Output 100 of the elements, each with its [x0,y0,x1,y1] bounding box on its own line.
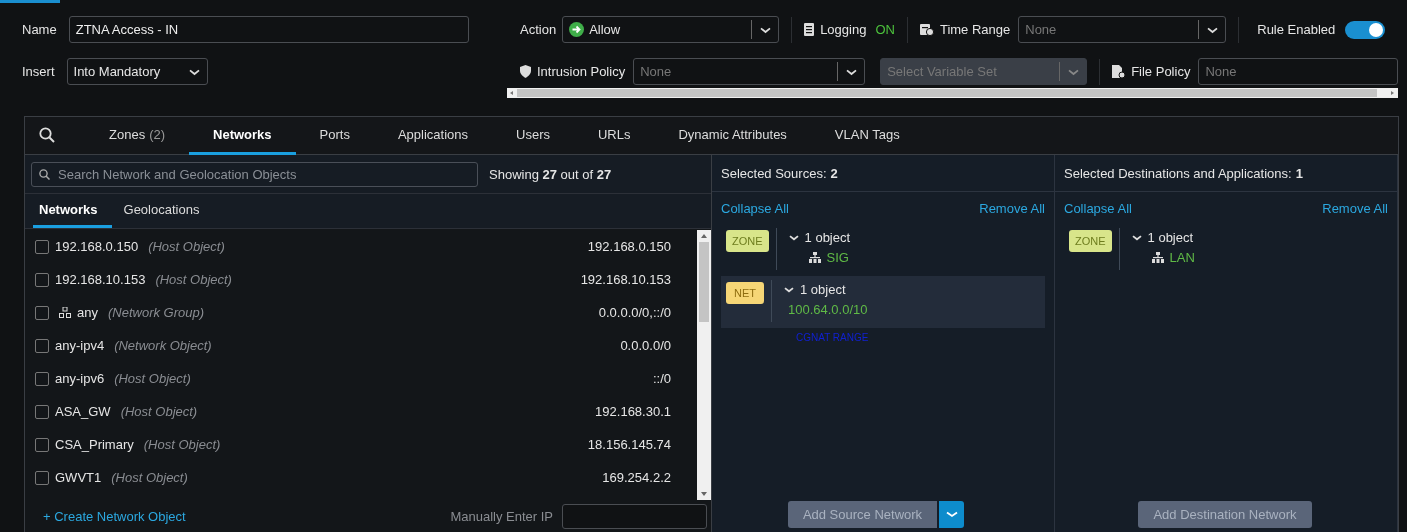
object-value: 18.156.145.74 [587,437,671,452]
search-icon [39,168,50,180]
object-row[interactable]: ASA_GW (Host Object) 192.168.30.1 [35,395,671,428]
insert-select[interactable]: Into Mandatory [66,58,208,85]
pane-title: Selected Sources: 2 [712,155,1054,192]
object-row[interactable]: any (Network Group) 0.0.0.0/0,::/0 [35,296,671,329]
tab[interactable]: Dynamic Attributes [654,117,811,155]
selected-object: LAN [1169,249,1195,265]
network-group-icon [59,307,71,318]
object-group[interactable]: ZONE 1 object SIG [721,224,1045,276]
object-row[interactable]: CSA_Primary (Host Object) 18.156.145.74 [35,428,671,461]
remove-all-link[interactable]: Remove All [979,200,1045,216]
field-label: Insert [22,64,55,79]
tab[interactable]: Zones (2) [85,117,190,155]
chevron-down-icon [846,67,858,76]
checkbox[interactable] [35,404,49,419]
field-label: Name [22,22,57,37]
object-type: (Host Object) [155,272,232,287]
selected-object: 100.64.0.0/10 [788,301,868,317]
type-tag: ZONE [1069,230,1112,252]
time-range-select[interactable]: None [1018,16,1227,43]
object-value: ::/0 [652,371,671,386]
field-label: File Policy [1131,64,1191,79]
logging-status: ON [875,22,895,37]
object-value: 169.254.2.2 [602,470,671,485]
checkbox[interactable] [35,239,49,254]
object-type: (Host Object) [120,404,198,419]
group-header[interactable]: 1 object [1131,228,1195,246]
ip-field[interactable] [562,504,707,529]
field-label: Intrusion Policy [537,64,626,79]
object-group[interactable]: ZONE 1 object LAN [1064,224,1388,276]
action-select[interactable]: Allow [562,16,780,43]
document-icon [804,23,815,36]
field-label: Logging [820,22,867,37]
checkbox[interactable] [35,272,49,287]
chevron-down-icon [1207,25,1219,34]
checkbox[interactable] [35,437,49,452]
network-icon [1151,251,1164,263]
object-type: (Network Object) [114,338,212,353]
object-group[interactable]: NET 1 object 100.64.0.0/10 [721,276,1045,328]
object-type: (Host Object) [143,437,221,452]
create-link[interactable]: + Create Network Object [43,509,186,524]
tab[interactable]: Ports [295,117,374,155]
selected-object: SIG [826,249,849,265]
object-name: any-ipv4 [55,338,105,353]
tab[interactable]: Applications [373,117,492,155]
field-label: Time Range [939,22,1011,37]
pane-title: Selected Destinations and Applications: 1 [1055,155,1397,192]
type-tag: NET [726,282,764,304]
chevron-down-icon [1131,233,1142,241]
dropdown-button[interactable] [939,500,965,528]
object-type: (Host Object) [148,239,225,254]
object-row[interactable]: 192.168.0.150 (Host Object) 192.168.0.150 [35,230,671,263]
object-value: 192.168.30.1 [595,404,671,419]
object-value: 0.0.0.0/0 [620,338,671,353]
tab[interactable]: URLs [573,117,655,155]
chevron-down-icon [784,285,794,293]
chevron-down-icon [188,67,200,76]
checkbox[interactable] [35,338,49,353]
field-label: Action [520,22,557,37]
remove-all-link[interactable]: Remove All [1322,200,1388,216]
type-tag: ZONE [726,230,769,252]
file-policy-select[interactable]: None [1198,58,1399,85]
checkbox[interactable] [35,305,49,320]
intrusion-policy-select[interactable]: None [633,58,866,85]
object-row[interactable]: any-ipv6 (Host Object) ::/0 [35,362,671,395]
field-label: Manually Enter IP [450,509,553,524]
object-type: (Host Object) [114,371,191,386]
calendar-clock-icon [919,23,934,36]
object-row[interactable]: GWVT1 (Host Object) 169.254.2.2 [35,461,671,494]
search-field[interactable]: Search Network and Geolocation Objects [31,161,478,187]
tab[interactable]: Users [492,117,574,155]
object-name: ASA_GW [55,404,111,419]
result-count: Showing 27 out of 27 [489,166,612,182]
collapse-all-link[interactable]: Collapse All [721,200,789,216]
subtab[interactable]: Geolocations [117,194,214,228]
chevron-down-icon [945,510,958,518]
object-value: 192.168.0.150 [587,239,671,254]
field-label: Rule Enabled [1257,22,1336,37]
object-row[interactable]: any-ipv4 (Network Object) 0.0.0.0/0 [35,329,671,362]
tab[interactable]: VLAN Tags [810,117,924,155]
object-name: any-ipv6 [55,371,105,386]
object-type: (Host Object) [111,470,188,485]
group-header[interactable]: 1 object [784,280,868,298]
file-icon [1112,65,1126,78]
object-name: 192.168.0.150 [55,239,139,254]
object-name: CSA_Primary [55,437,134,452]
name-field[interactable]: ZTNA Access - IN [68,16,469,43]
checkbox[interactable] [35,371,49,386]
tab-indicator [0,0,60,3]
subtab[interactable]: Networks [33,194,112,228]
rule-enabled-toggle[interactable] [1345,20,1386,39]
object-row[interactable]: 192.168.10.153 (Host Object) 192.168.10.153 [35,263,671,296]
network-icon [808,251,821,263]
group-header[interactable]: 1 object [788,228,851,246]
chevron-down-icon [788,233,799,241]
collapse-all-link[interactable]: Collapse All [1064,200,1132,216]
search-icon [39,126,55,143]
checkbox[interactable] [35,470,49,485]
object-name: 192.168.10.153 [55,272,146,287]
